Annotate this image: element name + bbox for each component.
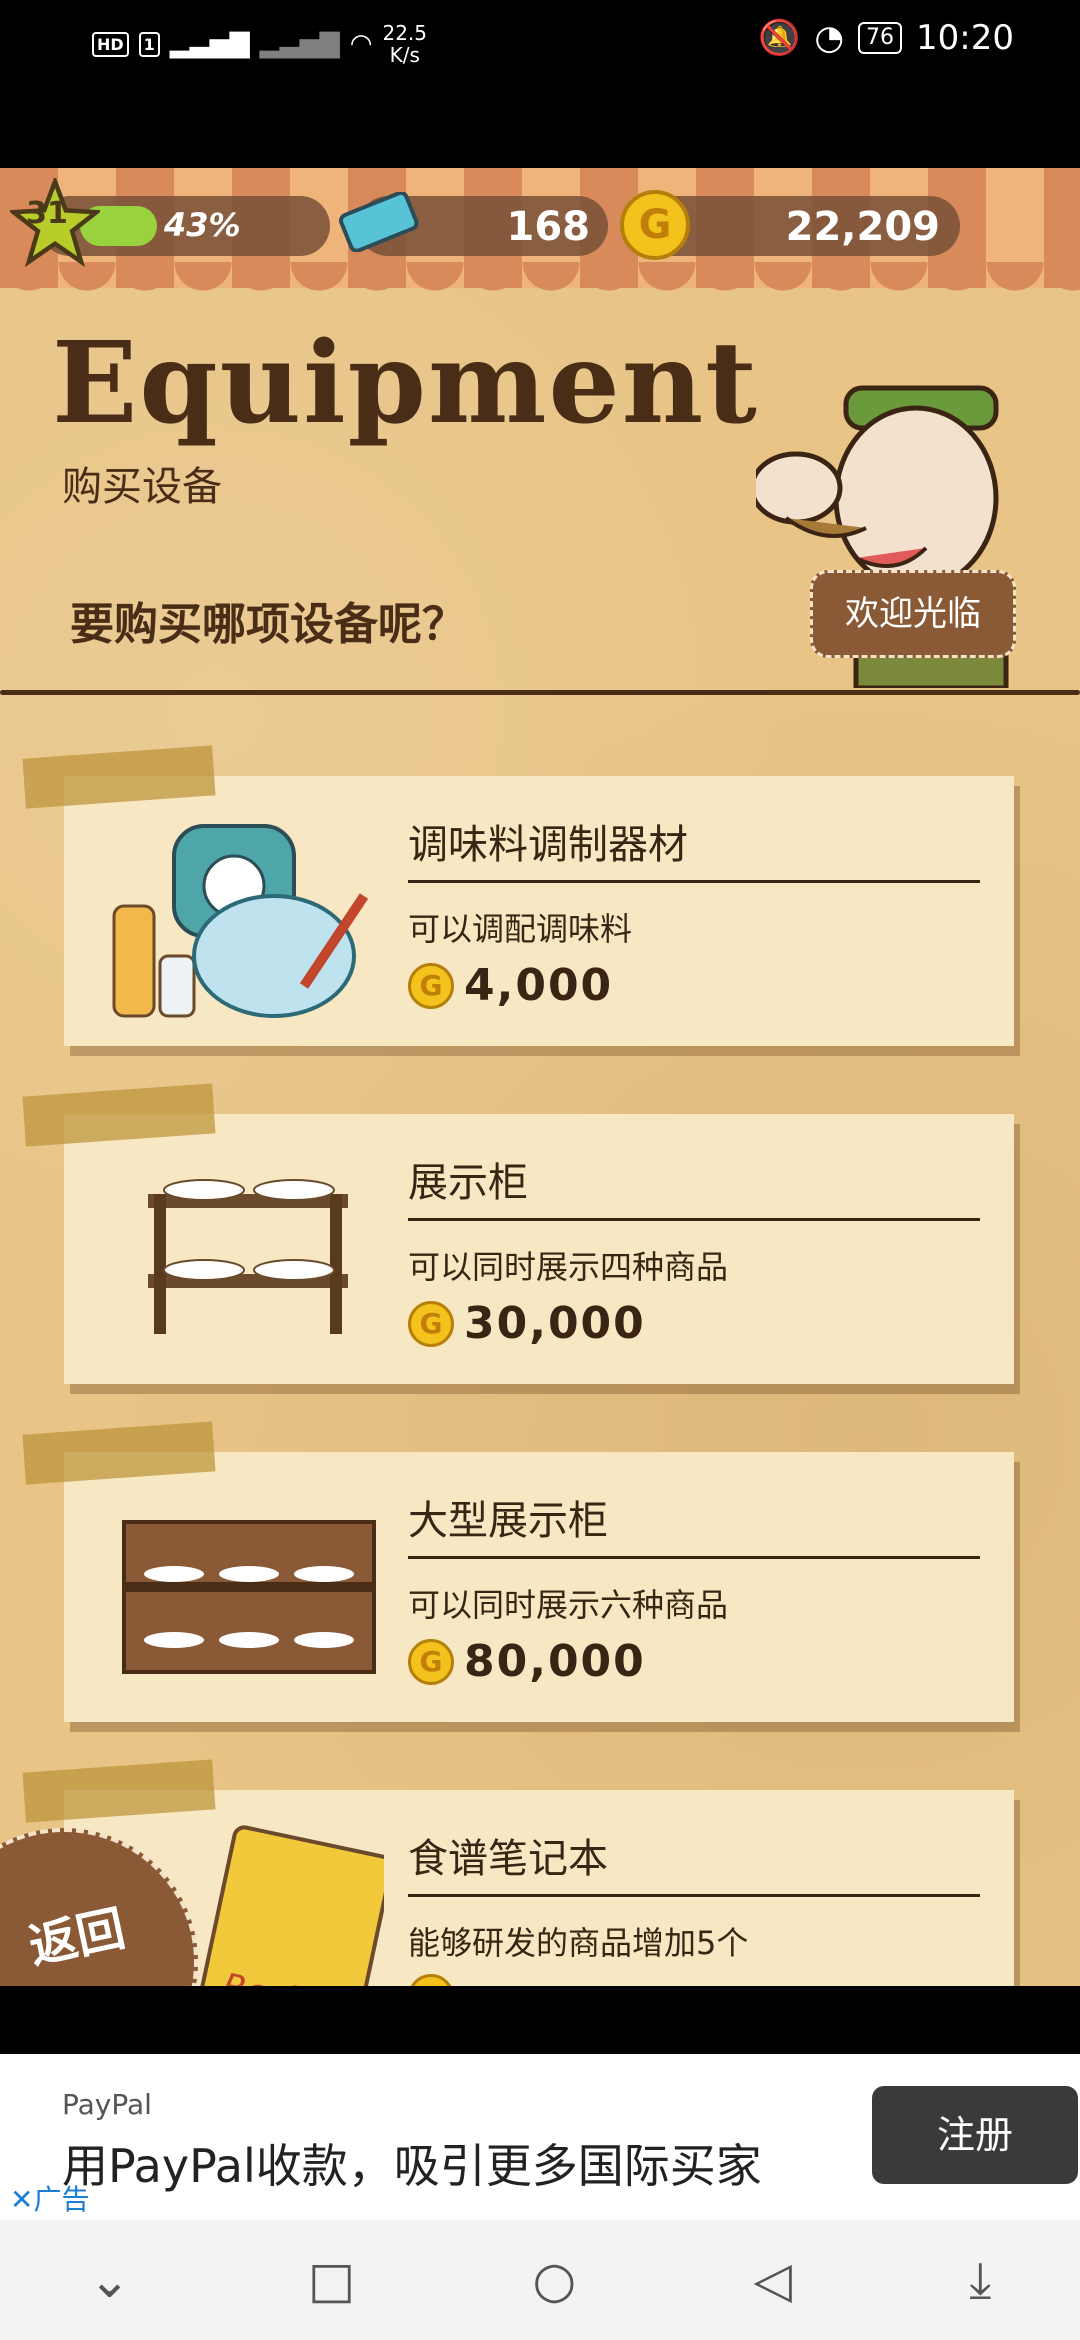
header-divider: [0, 690, 1080, 695]
coin-icon: G: [408, 1300, 454, 1347]
gold-count: 22,209: [785, 204, 940, 250]
page-title: Equipment: [52, 318, 759, 449]
item-desc: 可以同时展示六种商品: [408, 1586, 729, 1624]
item-rule: [408, 1556, 980, 1559]
ad-brand: PayPal: [62, 2088, 152, 2121]
scale-bowl-icon: [112, 824, 369, 1018]
item-desc: 可以同时展示四种商品: [408, 1248, 729, 1286]
home-icon[interactable]: ○: [532, 2251, 576, 2309]
coin-icon: G: [620, 190, 690, 260]
item-desc: 可以调配调味料: [408, 910, 633, 948]
status-bar: HD 1 ▂▃▅▇ ▂▃▅▇ ◠ 22.5 K/s 🔕 ◔ 76 10:20: [0, 0, 1080, 100]
item-price: G 4,000: [408, 960, 613, 1011]
item-rule: [408, 880, 980, 883]
signal-icon: ▂▃▅▇: [169, 29, 250, 59]
ad-text: 用PayPal收款，吸引更多国际买家: [62, 2139, 762, 2193]
item-price: G: [408, 1974, 464, 1986]
back-icon[interactable]: ◁: [753, 2251, 791, 2309]
ticket-count: 168: [506, 204, 591, 250]
question-text: 要购买哪项设备呢？: [70, 599, 466, 650]
recents-icon[interactable]: □: [308, 2251, 355, 2309]
item-desc: 能够研发的商品增加5个: [408, 1924, 749, 1962]
item-rule: [408, 1894, 980, 1897]
system-nav-bar: ⌄ □ ○ ◁ ⤓: [0, 2220, 1080, 2340]
wifi-icon: ◠: [349, 29, 373, 59]
display-shelf-icon: [148, 1179, 348, 1334]
price-value: 4,000: [464, 960, 614, 1011]
mute-icon: 🔕: [758, 18, 801, 58]
speedometer-icon: ◔: [814, 18, 845, 58]
notification-pull-icon[interactable]: ⤓: [969, 2251, 991, 2310]
level-number: 31: [26, 196, 68, 231]
ad-banner[interactable]: PayPal 用PayPal收款，吸引更多国际买家 注册 ✕广告: [0, 2054, 1080, 2220]
large-display-shelf-icon: [122, 1520, 376, 1674]
coin-icon: G: [408, 1638, 454, 1685]
xp-percent: 43%: [164, 206, 241, 244]
sim-badge: 1: [138, 31, 160, 57]
price-value: 80,000: [464, 1636, 646, 1687]
net-speed: 22.5 K/s: [382, 21, 427, 67]
page-subtitle: 购买设备: [62, 464, 222, 510]
item-name: 展示柜: [408, 1160, 528, 1206]
signal2-icon: ▂▃▅▇: [259, 29, 340, 59]
item-price: G 80,000: [408, 1636, 646, 1687]
ticket-icon: [339, 192, 419, 252]
status-right: 🔕 ◔ 76 10:20: [758, 18, 1014, 58]
clock: 10:20: [916, 18, 1014, 58]
ad-label[interactable]: ✕广告: [10, 2178, 89, 2218]
item-name: 调味料调制器材: [408, 822, 688, 868]
item-price: G 30,000: [408, 1298, 646, 1349]
equipment-item[interactable]: 展示柜 可以同时展示四种商品 G 30,000: [64, 1114, 1014, 1384]
ad-register-button[interactable]: 注册: [872, 2086, 1078, 2184]
equipment-screen: 43% 31 168 22,209 G Equipment 购买设备 要购买哪项…: [0, 168, 1080, 1986]
status-left: HD 1 ▂▃▅▇ ▂▃▅▇ ◠ 22.5 K/s: [92, 22, 427, 66]
chevron-down-icon[interactable]: ⌄: [89, 2251, 131, 2309]
welcome-bubble: 欢迎光临: [810, 570, 1016, 658]
coin-icon: G: [408, 962, 454, 1009]
item-name: 食谱笔记本: [408, 1836, 608, 1882]
close-icon[interactable]: ✕: [10, 2183, 33, 2216]
equipment-item[interactable]: 大型展示柜 可以同时展示六种商品 G 80,000: [64, 1452, 1014, 1722]
item-rule: [408, 1218, 980, 1221]
coin-icon: G: [408, 1974, 454, 1986]
item-name: 大型展示柜: [408, 1498, 608, 1544]
hd-badge: HD: [92, 31, 129, 57]
equipment-item[interactable]: 调味料调制器材 可以调配调味料 G 4,000: [64, 776, 1014, 1046]
battery-icon: 76: [858, 22, 903, 54]
equipment-item[interactable]: Recipe 食谱笔记本 能够研发的商品增加5个 G: [64, 1790, 1014, 1986]
price-value: 30,000: [464, 1298, 646, 1349]
